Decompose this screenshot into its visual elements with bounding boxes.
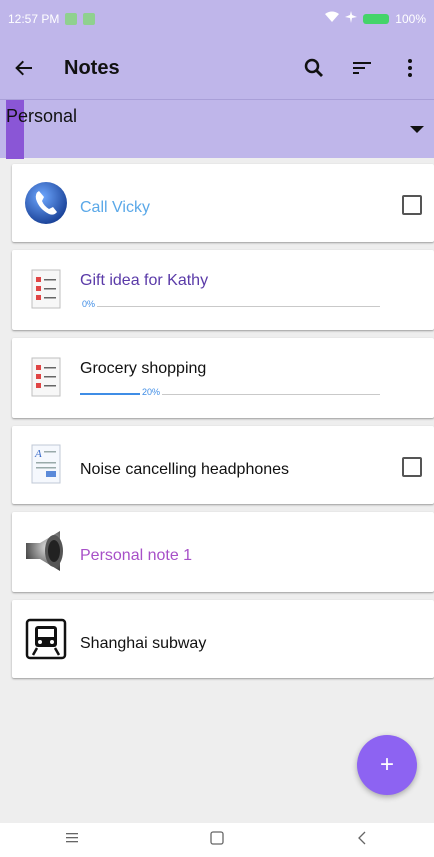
note-checkbox[interactable] (402, 457, 422, 477)
search-icon[interactable] (290, 44, 338, 92)
note-title: Grocery shopping (80, 360, 207, 377)
more-vert-icon[interactable] (386, 44, 434, 92)
progress-label: 20% (140, 387, 163, 397)
checklist-icon (31, 269, 61, 309)
note-title: Noise cancelling headphones (80, 461, 290, 478)
app-toolbar: Notes (0, 37, 434, 99)
progress-track (80, 306, 380, 307)
plus-icon: + (379, 751, 394, 778)
back-arrow-icon[interactable] (0, 44, 48, 92)
progress-label: 0% (80, 299, 98, 309)
category-label: Personal (6, 106, 78, 126)
note-title: Personal note 1 (80, 547, 193, 564)
page-title: Notes (64, 56, 120, 79)
notification-icon (65, 12, 78, 25)
note-item[interactable]: Personal note 1 (12, 512, 434, 592)
sort-icon[interactable] (338, 44, 386, 92)
notes-list: Call Vicky Gift idea for Kathy 0% Grocer… (12, 164, 434, 686)
progress-fill (80, 393, 140, 395)
wifi-icon (325, 11, 340, 26)
progress-bar: 0% (80, 299, 380, 313)
dropdown-caret-icon[interactable] (410, 126, 424, 133)
note-item[interactable]: Grocery shopping 20% (12, 338, 434, 418)
battery-icon (363, 13, 390, 24)
notification-icon (83, 12, 96, 25)
category-selector[interactable]: Personal (0, 99, 434, 159)
note-title: Call Vicky (80, 199, 150, 216)
note-item[interactable]: A Noise cancelling headphones (12, 426, 434, 504)
checklist-icon (31, 357, 61, 397)
document-icon: A (31, 444, 61, 484)
battery-level: 100% (395, 11, 426, 26)
note-title: Gift idea for Kathy (80, 272, 209, 289)
airplane-icon (345, 11, 358, 26)
add-note-button[interactable]: + (357, 735, 417, 795)
progress-bar: 20% (80, 387, 380, 401)
svg-text:A: A (34, 448, 42, 460)
note-item[interactable]: Shanghai subway (12, 600, 434, 678)
note-item[interactable]: Gift idea for Kathy 0% (12, 250, 434, 330)
note-title: Shanghai subway (80, 635, 207, 652)
note-checkbox[interactable] (402, 195, 422, 215)
status-time: 12:57 PM (8, 11, 60, 26)
back-icon[interactable] (353, 829, 371, 852)
menu-icon[interactable] (63, 831, 81, 850)
home-icon[interactable] (208, 829, 226, 852)
note-item[interactable]: Call Vicky (12, 164, 434, 242)
speaker-icon (26, 531, 63, 571)
status-bar: 12:57 PM 100% (0, 0, 434, 37)
phone-icon (25, 182, 67, 224)
train-icon (25, 618, 67, 660)
system-nav-bar (0, 823, 434, 857)
